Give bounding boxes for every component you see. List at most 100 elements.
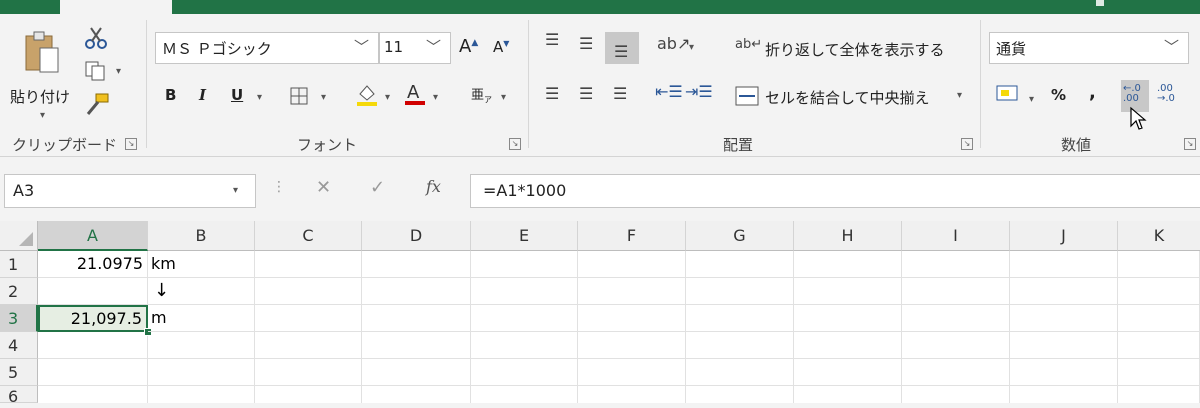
align-right-icon[interactable]: ☰	[613, 86, 627, 102]
cell-A3[interactable]: 21,097.5	[38, 305, 148, 332]
decrease-decimal-icon[interactable]: .00 →.0	[1157, 84, 1175, 104]
row-header-3[interactable]: 3	[0, 305, 38, 332]
number-format-value: 通貨	[996, 40, 1027, 58]
select-all-corner[interactable]	[0, 221, 38, 251]
fill-color-icon[interactable]	[355, 82, 379, 106]
align-left-icon[interactable]: ☰	[545, 86, 559, 102]
font-color-chevron-icon[interactable]: ▾	[433, 92, 438, 103]
chevron-down-icon: ﹀	[426, 38, 442, 56]
underline-chevron-icon[interactable]: ▾	[257, 92, 262, 103]
column-header-C[interactable]: C	[255, 221, 362, 251]
merge-cells-icon	[735, 86, 759, 106]
accounting-chevron-icon[interactable]: ▾	[1029, 94, 1034, 105]
formula-input[interactable]: =A1*1000	[470, 174, 1200, 208]
row-header-6[interactable]: 6	[0, 386, 38, 406]
column-header-J[interactable]: J	[1010, 221, 1118, 251]
cut-icon[interactable]	[84, 26, 108, 50]
number-group: 通貨 ﹀ ▾ % , ←.0.00 .00 →.0 数値 ↘	[981, 14, 1200, 156]
align-bottom-button[interactable]: ☰	[605, 32, 639, 64]
merge-chevron-icon[interactable]: ▾	[957, 90, 962, 101]
dialog-launcher-icon[interactable]: ↘	[1184, 138, 1196, 150]
copy-icon[interactable]	[84, 60, 108, 82]
phonetic-chevron-icon[interactable]: ▾	[501, 92, 506, 103]
paste-button[interactable]: 貼り付け ▾	[8, 24, 76, 126]
name-box[interactable]: A3 ▾	[4, 174, 256, 208]
merge-center-button[interactable]: セルを結合して中央揃え ▾	[735, 84, 975, 110]
ribbon: 貼り付け ▾ ▾ クリップボード ↘ ＭＳ Ｐゴシック ﹀ 11 ﹀ A▲ A▼…	[0, 14, 1200, 157]
gridline-horizontal	[38, 385, 1200, 386]
formula-bar: A3 ▾ ⋮ ✕ ✓ fx =A1*1000	[0, 157, 1200, 221]
number-format-dropdown[interactable]: 通貨 ﹀	[989, 32, 1189, 64]
align-middle-icon[interactable]: ☰	[579, 36, 593, 52]
decrease-font-size-icon[interactable]: A▼	[493, 38, 509, 56]
phonetic-guide-icon[interactable]: 亜ア	[471, 84, 492, 106]
dialog-launcher-icon[interactable]: ↘	[509, 138, 521, 150]
worksheet-grid[interactable]: A B C D E F G H I J K 1 2 3 4 5 6 21.097…	[0, 221, 1200, 406]
paste-icon	[25, 31, 59, 73]
alignment-group-label: 配置	[723, 136, 754, 154]
column-header-G[interactable]: G	[686, 221, 794, 251]
increase-font-size-icon[interactable]: A▲	[459, 36, 478, 57]
accounting-format-icon[interactable]	[995, 84, 1021, 106]
orientation-icon[interactable]: ab↗	[657, 36, 690, 52]
cell-A1[interactable]: 21.0975	[38, 251, 148, 278]
chevron-down-icon[interactable]: ▾	[40, 110, 45, 121]
orientation-chevron-icon[interactable]: ▾	[689, 42, 694, 53]
formula-bar-grip-icon: ⋮	[272, 179, 286, 195]
increase-decimal-icon: ←.0.00	[1123, 83, 1141, 104]
enter-icon[interactable]: ✓	[370, 177, 385, 198]
percent-style-button[interactable]: %	[1051, 86, 1066, 104]
select-all-icon	[19, 232, 33, 246]
gridline-vertical	[901, 251, 902, 403]
increase-indent-icon[interactable]: ⇥☰	[685, 84, 713, 100]
format-painter-icon[interactable]	[84, 92, 110, 116]
wrap-text-button[interactable]: ab↵ 折り返して全体を表示する	[735, 36, 975, 62]
row-header-4[interactable]: 4	[0, 332, 38, 359]
borders-icon[interactable]	[289, 86, 309, 106]
active-ribbon-tab[interactable]	[60, 0, 172, 14]
gridline-vertical	[793, 251, 794, 403]
cell-B3[interactable]: m	[148, 305, 255, 332]
italic-button[interactable]: I	[199, 86, 206, 104]
column-header-A[interactable]: A	[38, 221, 148, 251]
cancel-icon[interactable]: ✕	[316, 177, 331, 198]
column-header-F[interactable]: F	[578, 221, 686, 251]
column-header-D[interactable]: D	[362, 221, 471, 251]
row-header-5[interactable]: 5	[0, 359, 38, 386]
clipboard-group-label: クリップボード	[12, 136, 118, 154]
fill-color-chevron-icon[interactable]: ▾	[385, 92, 390, 103]
font-size-dropdown[interactable]: 11 ﹀	[379, 32, 451, 64]
font-family-dropdown[interactable]: ＭＳ Ｐゴシック ﹀	[155, 32, 379, 64]
font-color-icon[interactable]: A	[403, 80, 427, 106]
underline-button[interactable]: U	[231, 86, 243, 104]
dialog-launcher-icon[interactable]: ↘	[125, 138, 137, 150]
dialog-launcher-icon[interactable]: ↘	[961, 138, 973, 150]
comma-style-button[interactable]: ,	[1089, 82, 1096, 103]
decrease-indent-icon[interactable]: ⇤☰	[655, 84, 683, 100]
bold-button[interactable]: B	[165, 86, 176, 104]
column-header-I[interactable]: I	[902, 221, 1010, 251]
align-center-icon[interactable]: ☰	[579, 86, 593, 102]
chevron-down-icon: ﹀	[354, 38, 370, 56]
gridline-vertical	[470, 251, 471, 403]
wrap-text-icon: ab↵	[735, 37, 763, 52]
row-header-2[interactable]: 2	[0, 278, 38, 305]
alignment-group: ☰ ☰ ☰ ab↗ ▾ ☰ ☰ ☰ ⇤☰ ⇥☰ ab↵ 折り返して全体を表示する…	[529, 14, 979, 156]
copy-chevron-icon[interactable]: ▾	[116, 66, 121, 77]
column-header-H[interactable]: H	[794, 221, 902, 251]
row-header-1[interactable]: 1	[0, 251, 38, 278]
column-header-E[interactable]: E	[471, 221, 578, 251]
gridline-vertical	[1117, 251, 1118, 403]
cell-B1[interactable]: km	[148, 251, 255, 278]
cell-B2[interactable]: ↓	[148, 278, 255, 305]
align-top-icon[interactable]: ☰	[545, 32, 559, 48]
wrap-text-label: 折り返して全体を表示する	[765, 41, 945, 59]
account-icon[interactable]	[1096, 0, 1104, 6]
font-size-value: 11	[384, 38, 404, 56]
column-header-K[interactable]: K	[1118, 221, 1200, 251]
column-header-B[interactable]: B	[148, 221, 255, 251]
borders-chevron-icon[interactable]: ▾	[321, 92, 326, 103]
gridline-horizontal	[38, 358, 1200, 359]
insert-function-icon[interactable]: fx	[426, 177, 441, 196]
gridline-vertical	[685, 251, 686, 403]
